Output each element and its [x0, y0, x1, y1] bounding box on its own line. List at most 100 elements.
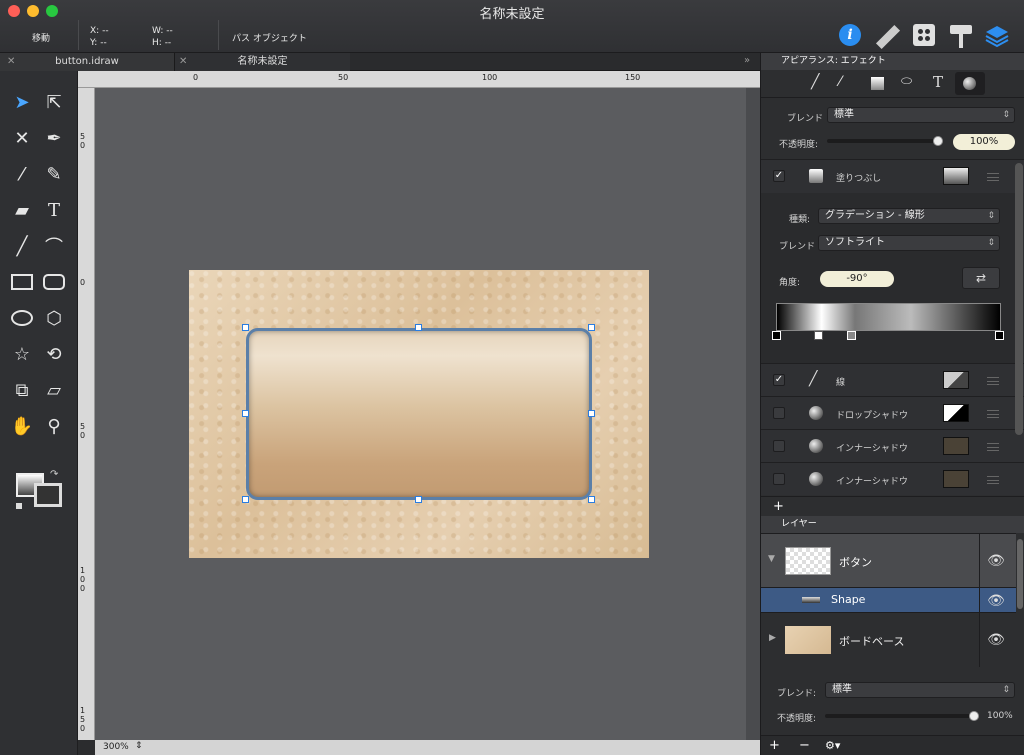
- gradient-stop[interactable]: [995, 331, 1004, 340]
- blend-select[interactable]: 標準: [827, 107, 1015, 123]
- resize-handle[interactable]: [242, 496, 249, 503]
- disclosure-triangle-icon[interactable]: ▶: [769, 633, 776, 643]
- swap-colors-icon[interactable]: ↷: [50, 469, 58, 480]
- inner-shadow-row[interactable]: インナーシャドウ: [761, 462, 1024, 495]
- gradient-stop[interactable]: [772, 331, 781, 340]
- shadow-effect-icon[interactable]: [955, 72, 985, 95]
- disclosure-triangle-icon[interactable]: ▼: [768, 554, 775, 564]
- tab-button-idraw[interactable]: ✕ button.idraw: [0, 53, 175, 71]
- layer-options-gear-icon[interactable]: ⚙▾: [825, 739, 840, 752]
- row-menu-icon[interactable]: [987, 410, 999, 418]
- opacity-slider-knob[interactable]: [933, 136, 943, 146]
- brush-tool-icon[interactable]: ⁄: [7, 159, 37, 189]
- stroke-effect-row[interactable]: ✓ ╱ 線: [761, 363, 1024, 396]
- resize-handle[interactable]: [415, 496, 422, 503]
- tab-untitled[interactable]: ✕ 名称未設定: [175, 53, 350, 71]
- stroke-effect-icon[interactable]: ╱: [811, 74, 819, 90]
- layers-scrollbar[interactable]: [1017, 539, 1023, 609]
- layer-opacity-knob[interactable]: [969, 711, 979, 721]
- layer-row-board-base[interactable]: ▶ ボードベース 👁: [761, 612, 1016, 667]
- fill-effect-icon[interactable]: [871, 77, 884, 90]
- grid-icon[interactable]: [913, 24, 935, 46]
- gradient-type-select[interactable]: グラデーション - 線形: [818, 208, 1000, 224]
- eraser-tool-icon[interactable]: ▰: [7, 195, 37, 225]
- select-tool-icon[interactable]: ➤: [7, 87, 37, 117]
- star-tool-icon[interactable]: ☆: [7, 339, 37, 369]
- arc-tool-icon[interactable]: ⌒: [39, 231, 69, 261]
- artboard-tool-icon[interactable]: ⧉: [7, 375, 37, 405]
- spiral-tool-icon[interactable]: ⟲: [39, 339, 69, 369]
- resize-handle[interactable]: [242, 324, 249, 331]
- direct-select-tool-icon[interactable]: ⇱: [39, 87, 69, 117]
- angle-field[interactable]: -90°: [820, 271, 894, 287]
- layer-row-shape[interactable]: Shape 👁: [761, 587, 1016, 613]
- rounded-rectangle-tool-icon[interactable]: [39, 267, 69, 297]
- stroke-checkbox[interactable]: ✓: [773, 374, 785, 386]
- tab-overflow-icon[interactable]: »: [744, 55, 750, 66]
- zoom-level[interactable]: 300%: [103, 742, 129, 752]
- brush-effect-icon[interactable]: ⁄: [839, 74, 841, 90]
- resize-handle[interactable]: [588, 496, 595, 503]
- row-menu-icon[interactable]: [987, 377, 999, 385]
- gradient-stop[interactable]: [847, 331, 856, 340]
- fill-swatch[interactable]: [943, 167, 969, 185]
- ellipse-tool-icon[interactable]: [7, 303, 37, 333]
- resize-handle[interactable]: [588, 324, 595, 331]
- selected-button-shape[interactable]: [246, 328, 592, 500]
- tab-close-icon[interactable]: ✕: [179, 53, 187, 71]
- visibility-eye-icon[interactable]: 👁: [979, 613, 1012, 667]
- pencil-tool-icon[interactable]: ✎: [39, 159, 69, 189]
- layers-icon[interactable]: [984, 23, 1010, 49]
- inner-shadow-checkbox[interactable]: [773, 440, 785, 452]
- drop-shadow-swatch[interactable]: [943, 404, 969, 422]
- visibility-eye-icon[interactable]: 👁: [979, 588, 1012, 613]
- hand-tool-icon[interactable]: ✋: [7, 411, 37, 441]
- drop-shadow-row[interactable]: ドロップシャドウ: [761, 396, 1024, 429]
- add-effect-button[interactable]: +: [773, 499, 784, 514]
- text-tool-icon[interactable]: T: [39, 195, 69, 225]
- remove-layer-button[interactable]: −: [799, 738, 810, 753]
- line-tool-icon[interactable]: ╱: [7, 231, 37, 261]
- ruler-icon[interactable]: [875, 24, 901, 50]
- visibility-eye-icon[interactable]: 👁: [979, 534, 1012, 588]
- eraser-effect-icon[interactable]: ⬭: [901, 74, 912, 89]
- gradient-stop[interactable]: [814, 331, 823, 340]
- row-menu-icon[interactable]: [987, 443, 999, 451]
- stroke-color-swatch[interactable]: [34, 483, 62, 507]
- stroke-swatch[interactable]: [943, 371, 969, 389]
- fill-effect-row[interactable]: ✓ 塗りつぶし: [761, 159, 1024, 193]
- pen-tool-icon[interactable]: ✒: [39, 123, 69, 153]
- zoom-stepper-icon[interactable]: ⇕: [135, 741, 143, 751]
- inner-shadow-row[interactable]: インナーシャドウ: [761, 429, 1024, 462]
- zoom-tool-icon[interactable]: ⚲: [39, 411, 69, 441]
- inner-shadow-swatch[interactable]: [943, 437, 969, 455]
- appearance-scrollbar[interactable]: [1015, 163, 1023, 435]
- drop-shadow-checkbox[interactable]: [773, 407, 785, 419]
- layer-row-button[interactable]: ▼ ボタン 👁: [761, 533, 1016, 588]
- canvas-scrollbar[interactable]: [746, 88, 760, 740]
- text-effect-icon[interactable]: T: [933, 73, 943, 91]
- default-colors-icon[interactable]: [16, 503, 22, 509]
- layer-opacity-slider[interactable]: [825, 714, 973, 718]
- opacity-field[interactable]: 100%: [953, 134, 1015, 150]
- layer-blend-select[interactable]: 標準: [825, 682, 1015, 698]
- rectangle-tool-icon[interactable]: [7, 267, 37, 297]
- reverse-gradient-button[interactable]: ⇄: [962, 267, 1000, 289]
- fill-blend-select[interactable]: ソフトライト: [818, 235, 1000, 251]
- inner-shadow-swatch[interactable]: [943, 470, 969, 488]
- skew-tool-icon[interactable]: ▱: [39, 375, 69, 405]
- polygon-tool-icon[interactable]: ⬡: [39, 303, 69, 333]
- gradient-bar[interactable]: [776, 303, 1001, 331]
- tab-close-icon[interactable]: ✕: [7, 53, 15, 71]
- paint-roller-icon[interactable]: [950, 25, 972, 34]
- fill-checkbox[interactable]: ✓: [773, 170, 785, 182]
- row-menu-icon[interactable]: [987, 476, 999, 484]
- resize-handle[interactable]: [242, 410, 249, 417]
- info-icon[interactable]: i: [839, 24, 861, 46]
- add-layer-button[interactable]: +: [769, 738, 780, 753]
- vector-tool-icon[interactable]: ✕: [7, 123, 37, 153]
- resize-handle[interactable]: [588, 410, 595, 417]
- resize-handle[interactable]: [415, 324, 422, 331]
- row-menu-icon[interactable]: [987, 173, 999, 181]
- inner-shadow-checkbox[interactable]: [773, 473, 785, 485]
